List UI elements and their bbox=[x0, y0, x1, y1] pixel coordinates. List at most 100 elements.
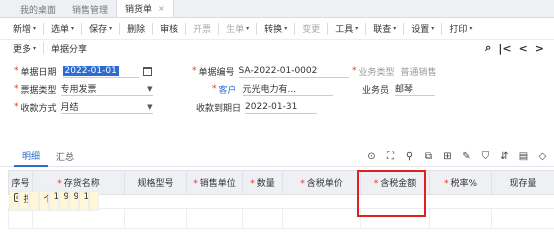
tax-rate-cell[interactable] bbox=[429, 208, 492, 229]
tax-rate-cell[interactable]: 13.00% bbox=[78, 191, 89, 211]
customer-field: * 客户 元光电力有... bbox=[212, 82, 333, 96]
date-label: 单据日期 bbox=[20, 67, 57, 78]
settings-button[interactable]: 设置 ▾ bbox=[406, 18, 439, 40]
change-button[interactable]: 变更 bbox=[297, 18, 325, 40]
customer-label[interactable]: 客户 bbox=[219, 83, 237, 96]
save-button[interactable]: 保存 ▾ bbox=[84, 18, 117, 40]
generate-button[interactable]: 生单 ▾ bbox=[221, 18, 254, 40]
tab-label: 销货单 bbox=[125, 5, 153, 15]
edit-icon[interactable]: ✎ bbox=[461, 151, 472, 162]
unit-price-cell[interactable]: 9,000.00 bbox=[58, 191, 69, 211]
batch-icon[interactable]: ⊞ bbox=[442, 151, 453, 162]
toolbar-divider bbox=[43, 22, 45, 35]
amount-cell[interactable]: 9,000.00 bbox=[68, 191, 79, 211]
required-mark: * bbox=[14, 102, 19, 112]
biztype-label: 业务类型 bbox=[358, 67, 395, 78]
salesperson-input[interactable]: 邮琴 bbox=[395, 83, 436, 96]
next-record-icon[interactable]: > bbox=[535, 42, 544, 55]
chevron-down-icon: ▾ bbox=[431, 25, 435, 32]
item-name-cell[interactable]: 控制箱 bbox=[18, 191, 29, 211]
chevron-down-icon: ▾ bbox=[246, 25, 250, 32]
lookup-label: 联查 bbox=[373, 25, 392, 35]
location-icon[interactable]: ⊙ bbox=[366, 151, 377, 162]
stock-cell[interactable] bbox=[491, 208, 554, 229]
header-label: 含税单价 bbox=[306, 179, 343, 189]
chart-icon[interactable]: ▤ bbox=[518, 151, 529, 162]
scan-icon[interactable]: ⛶ bbox=[385, 151, 396, 162]
pin-icon[interactable]: ⚲ bbox=[404, 151, 415, 162]
header-label: 存货名称 bbox=[63, 179, 100, 189]
column-header[interactable]: 现存量 bbox=[491, 170, 554, 195]
column-header[interactable]: * 销售单位 bbox=[186, 170, 243, 195]
table-row[interactable]: ≡ 控制箱 个 1.00 9,000.00 9,000.00 13.00% bbox=[8, 191, 99, 211]
chevron-down-icon: ▼ bbox=[147, 84, 153, 93]
column-header[interactable]: * 税率% bbox=[429, 170, 492, 195]
unit-cell[interactable] bbox=[186, 208, 243, 229]
select-button[interactable]: 选单 ▾ bbox=[46, 18, 79, 40]
tools-button[interactable]: 工具 ▾ bbox=[330, 18, 363, 40]
spec-cell[interactable] bbox=[28, 191, 39, 211]
more-label: 更多 bbox=[13, 44, 32, 55]
number-value: SA-2022-01-0002 bbox=[238, 65, 318, 76]
header-label: 数量 bbox=[256, 179, 275, 189]
save-label: 保存 bbox=[89, 25, 108, 35]
column-header[interactable]: * 含税单价 bbox=[282, 170, 361, 195]
audit-button[interactable]: 审核 bbox=[155, 18, 183, 40]
convert-button[interactable]: 转换 ▾ bbox=[259, 18, 292, 40]
copy-icon[interactable]: ⧉ bbox=[423, 151, 434, 162]
required-mark: * bbox=[212, 84, 217, 94]
calendar-icon[interactable] bbox=[142, 66, 152, 76]
number-field: * 单据编号 SA-2022-01-0002 bbox=[192, 64, 349, 78]
previous-record-icon[interactable]: < bbox=[519, 42, 528, 55]
delete-button[interactable]: 删除 bbox=[122, 18, 150, 40]
tab-detail[interactable]: 明细 bbox=[14, 147, 49, 167]
search-record-icon[interactable]: ⌕ bbox=[485, 41, 491, 55]
header-label: 销售单位 bbox=[199, 179, 236, 189]
invoice-type-value: 专用发票 bbox=[60, 85, 97, 95]
due-date-input[interactable]: 2022-01-31 bbox=[245, 101, 318, 114]
table-row[interactable] bbox=[8, 208, 554, 229]
invoice-button[interactable]: 开票 bbox=[188, 18, 216, 40]
unit-cell[interactable]: 个 bbox=[38, 191, 49, 211]
quantity-cell[interactable]: 1.00 bbox=[48, 191, 59, 211]
tab-label: 汇总 bbox=[56, 153, 75, 163]
new-label: 新增 bbox=[13, 25, 32, 35]
tab-sales-management[interactable]: 销售管理 bbox=[64, 1, 116, 17]
customer-input[interactable]: 元光电力有... bbox=[242, 83, 333, 96]
share-button[interactable]: 单据分享 bbox=[46, 40, 92, 56]
first-record-icon[interactable]: |< bbox=[498, 42, 511, 55]
number-input[interactable]: SA-2022-01-0002 bbox=[238, 65, 349, 78]
payment-method-select[interactable]: 月结 ▼ bbox=[60, 101, 153, 114]
date-value: 2022-01-01 bbox=[62, 65, 119, 76]
print-button[interactable]: 打印 ▾ bbox=[444, 18, 477, 40]
close-icon[interactable]: × bbox=[158, 4, 165, 13]
date-input[interactable]: 2022-01-01 bbox=[62, 65, 139, 78]
quantity-cell[interactable] bbox=[242, 208, 283, 229]
stock-cell[interactable] bbox=[88, 191, 99, 211]
tab-my-desktop[interactable]: 我的桌面 bbox=[12, 1, 64, 17]
biztype-value: 普通销售 bbox=[400, 67, 437, 78]
due-date-field: 收款到期日 2022-01-31 bbox=[196, 100, 318, 114]
salesperson-value: 邮琴 bbox=[395, 85, 414, 95]
lookup-button[interactable]: 联查 ▾ bbox=[368, 18, 401, 40]
tab-summary[interactable]: 汇总 bbox=[48, 147, 82, 167]
filter-icon[interactable]: ⛉ bbox=[480, 151, 491, 162]
toolbar-divider bbox=[441, 22, 443, 35]
sort-icon[interactable]: ⇵ bbox=[499, 151, 510, 162]
row-number-cell[interactable]: ≡ bbox=[8, 191, 19, 211]
column-header[interactable]: * 数量 bbox=[242, 170, 283, 195]
new-button[interactable]: 新增 ▾ bbox=[8, 18, 41, 40]
detail-tabs: 明细 汇总 ⊙ ⛶ ⚲ ⧉ ⊞ ✎ ⛉ ⇵ ▤ ◇ bbox=[0, 147, 554, 167]
tools-label: 工具 bbox=[335, 25, 354, 35]
tab-label: 销售管理 bbox=[72, 5, 109, 16]
more-button[interactable]: 更多 ▾ bbox=[8, 40, 41, 56]
tab-sales-order[interactable]: 销货单 × bbox=[116, 0, 174, 17]
tab-label: 我的桌面 bbox=[20, 5, 57, 16]
spec-cell[interactable] bbox=[124, 208, 187, 229]
column-header[interactable]: 规格型号 bbox=[124, 170, 187, 195]
item-name-cell[interactable] bbox=[32, 208, 125, 229]
unit-price-cell[interactable] bbox=[282, 208, 361, 229]
tag-icon[interactable]: ◇ bbox=[537, 151, 548, 162]
row-number-cell[interactable] bbox=[8, 208, 33, 229]
invoice-type-select[interactable]: 专用发票 ▼ bbox=[60, 83, 153, 96]
